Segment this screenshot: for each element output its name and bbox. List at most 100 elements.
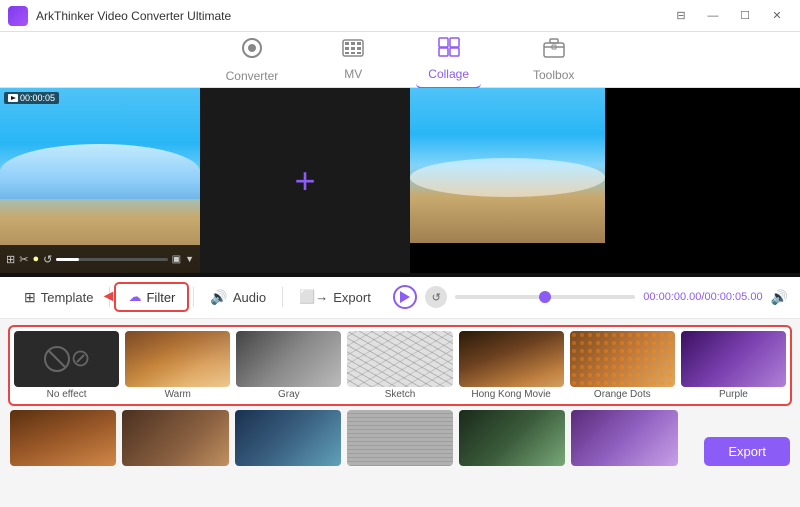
- export-btn-toolbar[interactable]: ⬜→ Export: [287, 284, 383, 310]
- beach-background-right: [410, 88, 605, 243]
- filter-r2b[interactable]: [122, 410, 228, 466]
- filter-sketch[interactable]: Sketch: [347, 331, 452, 400]
- filter-btn[interactable]: ◄ ☁ Filter: [114, 282, 189, 312]
- filter-thumb-purple: [681, 331, 786, 387]
- video-panel-right: [410, 88, 605, 273]
- filter-orange-dots[interactable]: Orange Dots: [570, 331, 675, 400]
- tab-collage-label: Collage: [428, 67, 469, 81]
- tab-collage[interactable]: Collage: [416, 31, 481, 89]
- filter-r2a[interactable]: [10, 410, 116, 466]
- filter-r2d[interactable]: [347, 410, 453, 466]
- play-button[interactable]: [393, 285, 417, 309]
- nav-tabs: Converter MV Collage: [0, 32, 800, 88]
- filter-thumb-r2b: [122, 410, 228, 466]
- beach-wave-left: [0, 144, 200, 200]
- window-chat-btn[interactable]: ⊟: [666, 6, 696, 26]
- tab-mv-label: MV: [344, 67, 362, 81]
- window-controls: ⊟ — ☐ ✕: [666, 6, 792, 26]
- filter-no-effect[interactable]: No effect: [14, 331, 119, 400]
- template-icon: ⊞: [24, 289, 36, 306]
- playback-progress[interactable]: [455, 295, 635, 299]
- app-title: ArkThinker Video Converter Ultimate: [36, 9, 666, 23]
- filter-thumb-r2c: [235, 410, 341, 466]
- filter-r2f[interactable]: [571, 410, 677, 466]
- color-ctrl-icon[interactable]: ●: [32, 253, 39, 265]
- video-controls-bar: ⊞ ✂ ● ↺ ▣ ▼: [0, 245, 200, 273]
- grid-ctrl-icon[interactable]: ⊞: [6, 253, 15, 266]
- tab-converter-label: Converter: [226, 69, 279, 83]
- template-label: Template: [41, 290, 94, 305]
- filter-label-purple: Purple: [719, 389, 748, 400]
- audio-label: Audio: [233, 290, 266, 305]
- filter-thumb-r2e: [459, 410, 565, 466]
- export-area: Export: [684, 437, 790, 466]
- video-panel-far-right: [605, 88, 800, 273]
- filter-section: No effect Warm Gray Sketch: [0, 319, 800, 507]
- filter-cloud-icon: ☁: [128, 289, 141, 305]
- divider-2: [193, 287, 194, 307]
- video-panel-left: 00:00:05 ⊞ ✂ ● ↺ ▣ ▼: [0, 88, 200, 273]
- filter-label-no-effect: No effect: [47, 389, 87, 400]
- filter-thumb-r2a: [10, 410, 116, 466]
- red-arrow: ◄: [100, 288, 116, 306]
- dots-overlay: [570, 331, 675, 387]
- filter-thumb-sketch: [347, 331, 452, 387]
- dropdown-icon[interactable]: ▼: [185, 254, 194, 264]
- export-button[interactable]: Export: [704, 437, 790, 466]
- filter-label-hong-kong-movie: Hong Kong Movie: [471, 389, 551, 400]
- frame-icon: ▣: [172, 254, 181, 265]
- video-panel-mid[interactable]: +: [200, 88, 410, 273]
- filter-r2c[interactable]: [235, 410, 341, 466]
- filter-row-2: Export: [10, 410, 790, 466]
- filter-thumb-r2f: [571, 410, 677, 466]
- tab-toolbox-label: Toolbox: [533, 68, 574, 82]
- titlebar: ArkThinker Video Converter Ultimate ⊟ — …: [0, 0, 800, 32]
- window-maximize-btn[interactable]: ☐: [730, 6, 760, 26]
- tab-toolbox[interactable]: Toolbox: [521, 32, 586, 88]
- converter-icon: [241, 37, 263, 65]
- filter-purple[interactable]: Purple: [681, 331, 786, 400]
- export-label: Export: [333, 290, 371, 305]
- filter-thumb-hong-kong-movie: [459, 331, 564, 387]
- filter-hong-kong-movie[interactable]: Hong Kong Movie: [459, 331, 564, 400]
- content-area: 00:00:05 ⊞ ✂ ● ↺ ▣ ▼ +: [0, 88, 800, 507]
- collage-icon: [438, 37, 460, 63]
- volume-icon[interactable]: 🔊: [771, 289, 788, 306]
- add-video-icon: +: [294, 160, 315, 202]
- black-panel-right: [410, 243, 605, 273]
- video-timestamp: 00:00:05: [4, 92, 59, 104]
- filter-thumb-gray: [236, 331, 341, 387]
- filter-r2e[interactable]: [459, 410, 565, 466]
- app-logo: [8, 6, 28, 26]
- filter-label-sketch: Sketch: [385, 389, 416, 400]
- filter-thumb-orange-dots: [570, 331, 675, 387]
- filter-label-orange-dots: Orange Dots: [594, 389, 651, 400]
- app-window: ArkThinker Video Converter Ultimate ⊟ — …: [0, 0, 800, 507]
- audio-icon: 🔊: [210, 289, 227, 306]
- loop-btn[interactable]: ↺: [425, 286, 447, 308]
- filter-gray[interactable]: Gray: [236, 331, 341, 400]
- edit-ctrl-icon[interactable]: ✂: [19, 253, 28, 266]
- toolbar-row: ⊞ Template ◄ ☁ Filter 🔊 Audio ⬜→ Export: [0, 277, 800, 319]
- filter-thumb-warm: [125, 331, 230, 387]
- tab-mv[interactable]: MV: [330, 33, 376, 87]
- video-canvas: 00:00:05 ⊞ ✂ ● ↺ ▣ ▼ +: [0, 88, 800, 277]
- window-minimize-btn[interactable]: —: [698, 6, 728, 26]
- progress-slider[interactable]: [56, 258, 167, 261]
- filter-thumb-r2d: [347, 410, 453, 466]
- playback-bar: ↺ 00:00:00.00/00:00:05.00 🔊: [393, 285, 788, 309]
- audio-btn[interactable]: 🔊 Audio: [198, 284, 278, 311]
- toolbox-icon: [543, 38, 565, 64]
- rotate-ctrl-icon[interactable]: ↺: [43, 253, 52, 266]
- filter-label-warm: Warm: [165, 389, 191, 400]
- filter-row-selected: No effect Warm Gray Sketch: [8, 325, 792, 406]
- tab-converter[interactable]: Converter: [214, 31, 291, 89]
- mv-icon: [342, 39, 364, 63]
- playback-time: 00:00:00.00/00:00:05.00: [643, 291, 762, 303]
- filter-thumb-no-effect: [14, 331, 119, 387]
- template-btn[interactable]: ⊞ Template: [12, 284, 105, 311]
- progress-fill: [56, 258, 78, 261]
- filter-warm[interactable]: Warm: [125, 331, 230, 400]
- divider-3: [282, 287, 283, 307]
- window-close-btn[interactable]: ✕: [762, 6, 792, 26]
